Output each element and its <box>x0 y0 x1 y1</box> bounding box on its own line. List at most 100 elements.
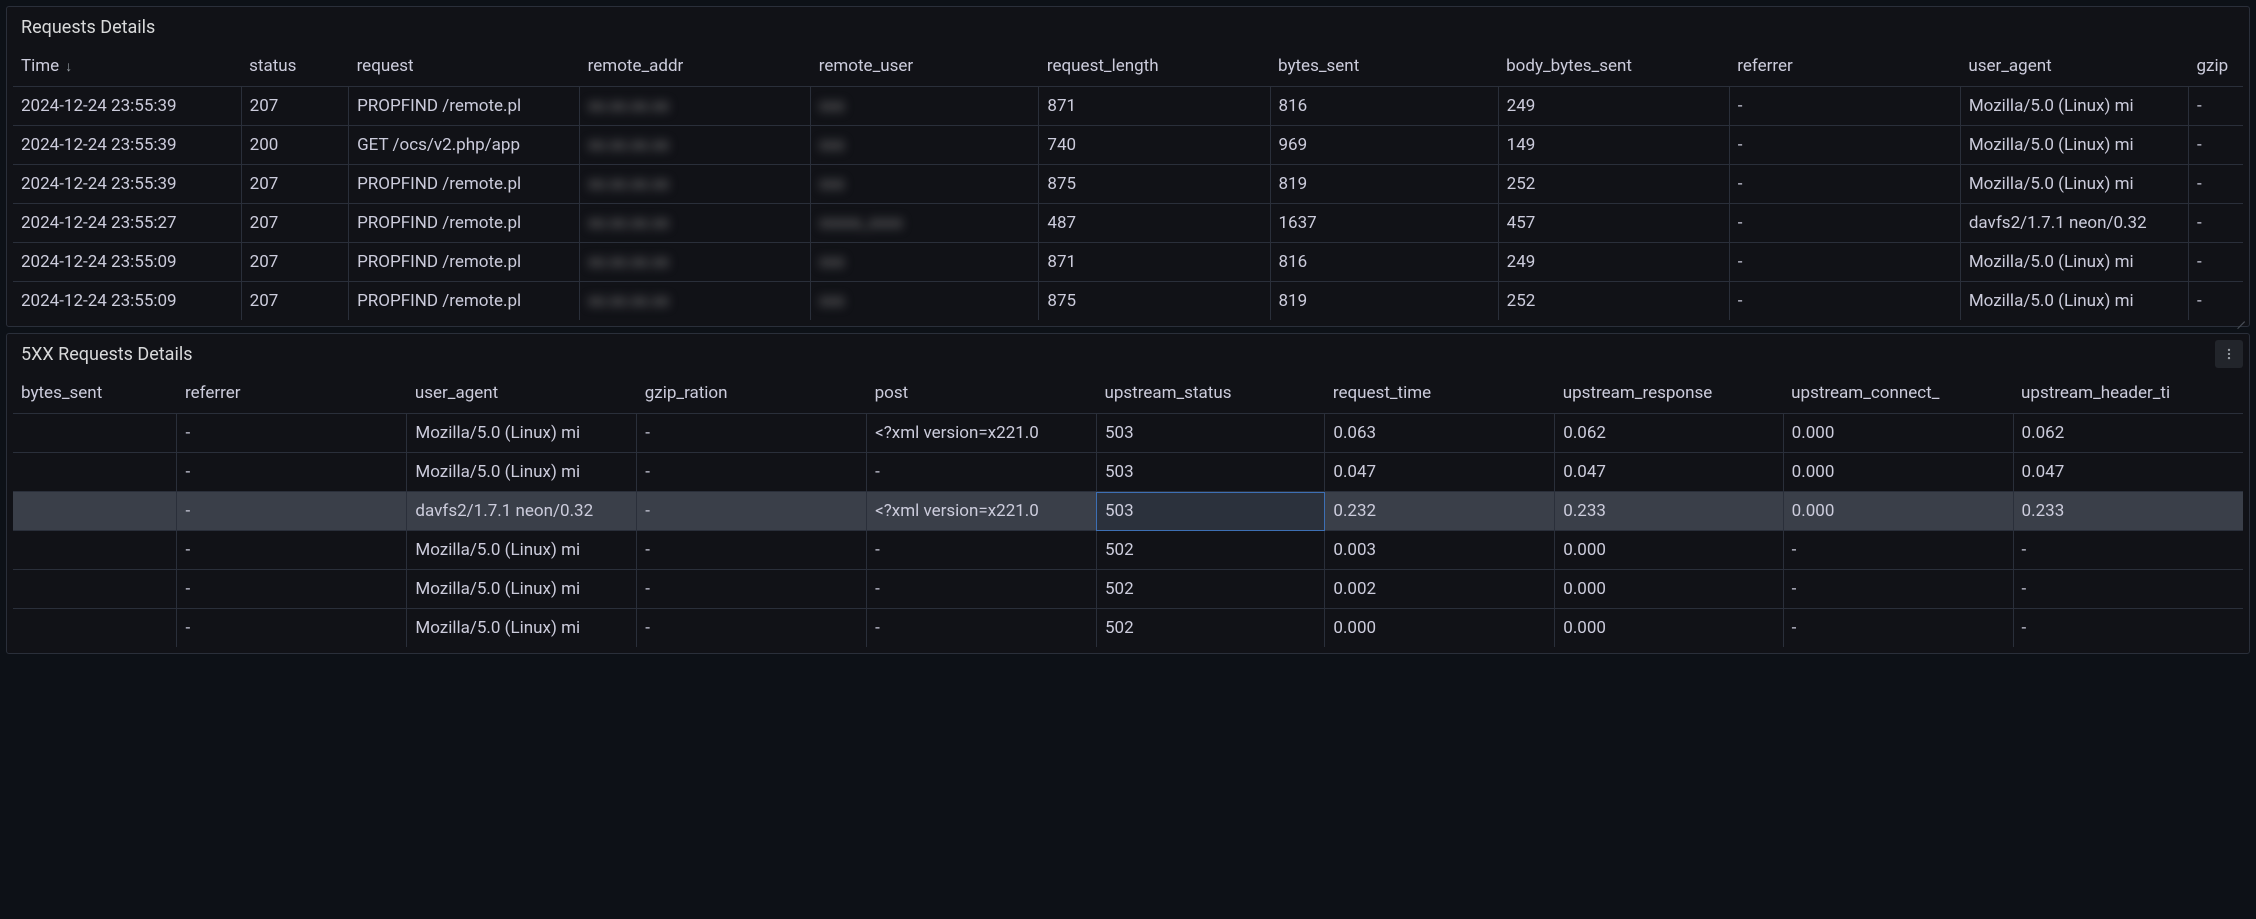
cell-gzip-ration[interactable]: - <box>637 414 867 453</box>
cell-gzip-ration[interactable]: - <box>637 492 867 531</box>
cell-bytes-sent[interactable]: 1637 <box>1270 204 1498 243</box>
cell-referrer[interactable]: - <box>1729 165 1960 204</box>
cell-user-agent[interactable]: davfs2/1.7.1 neon/0.32 <box>407 492 637 531</box>
cell-body-bytes-sent[interactable]: 252 <box>1498 165 1729 204</box>
cell-upstream-response[interactable]: 0.000 <box>1555 570 1783 609</box>
cell-upstream-status[interactable]: 502 <box>1096 570 1324 609</box>
cell-request[interactable]: PROPFIND /remote.pl <box>349 243 580 282</box>
col-time[interactable]: Time↓ <box>13 46 241 87</box>
col-request-time[interactable]: request_time <box>1325 373 1555 414</box>
cell-remote-user[interactable]: xxxxx_xxxx <box>811 204 1039 243</box>
cell-upstream-connect[interactable]: - <box>1783 570 2013 609</box>
cell-status[interactable]: 207 <box>241 87 348 126</box>
col-request-length[interactable]: request_length <box>1039 46 1270 87</box>
cell-upstream-response[interactable]: 0.047 <box>1555 453 1783 492</box>
cell-user-agent[interactable]: Mozilla/5.0 (Linux) mi <box>1960 87 2188 126</box>
cell-user-agent[interactable]: Mozilla/5.0 (Linux) mi <box>407 453 637 492</box>
cell-referrer[interactable]: - <box>177 531 407 570</box>
cell-request[interactable]: PROPFIND /remote.pl <box>349 204 580 243</box>
cell-upstream-connect[interactable]: 0.000 <box>1783 414 2013 453</box>
cell-body-bytes-sent[interactable]: 249 <box>1498 243 1729 282</box>
table-row[interactable]: -davfs2/1.7.1 neon/0.32-<?xml version=x2… <box>13 492 2243 531</box>
cell-upstream-status[interactable]: 502 <box>1096 609 1324 648</box>
cell-upstream-status[interactable]: 503 <box>1096 492 1324 531</box>
panel-title[interactable]: 5XX Requests Details <box>7 334 2249 373</box>
cell-upstream-header[interactable]: 0.233 <box>2013 492 2243 531</box>
cell-upstream-response[interactable]: 0.000 <box>1555 531 1783 570</box>
cell-time[interactable]: 2024-12-24 23:55:09 <box>13 282 241 321</box>
cell-gzip-ration[interactable]: - <box>637 453 867 492</box>
cell-user-agent[interactable]: Mozilla/5.0 (Linux) mi <box>1960 165 2188 204</box>
cell-user-agent[interactable]: Mozilla/5.0 (Linux) mi <box>1960 126 2188 165</box>
cell-request[interactable]: PROPFIND /remote.pl <box>349 282 580 321</box>
cell-remote-addr[interactable]: xx.xx.xx.xx <box>580 126 811 165</box>
cell-upstream-connect[interactable]: 0.000 <box>1783 492 2013 531</box>
cell-upstream-connect[interactable]: - <box>1783 531 2013 570</box>
cell-post[interactable]: - <box>867 609 1097 648</box>
cell-request-length[interactable]: 875 <box>1039 165 1270 204</box>
col-gzip-ration[interactable]: gzip_ration <box>637 373 867 414</box>
cell-referrer[interactable]: - <box>1729 87 1960 126</box>
cell-bytes-sent[interactable] <box>13 453 177 492</box>
cell-request-length[interactable]: 875 <box>1039 282 1270 321</box>
cell-request[interactable]: PROPFIND /remote.pl <box>349 165 580 204</box>
table-row[interactable]: -Mozilla/5.0 (Linux) mi--5020.0000.000-- <box>13 609 2243 648</box>
cell-upstream-status[interactable]: 502 <box>1096 531 1324 570</box>
cell-status[interactable]: 207 <box>241 204 348 243</box>
cell-gzip[interactable]: - <box>2188 87 2243 126</box>
col-request[interactable]: request <box>349 46 580 87</box>
cell-user-agent[interactable]: Mozilla/5.0 (Linux) mi <box>1960 282 2188 321</box>
cell-upstream-header[interactable]: 0.047 <box>2013 453 2243 492</box>
table-row[interactable]: -Mozilla/5.0 (Linux) mi--5020.0020.000-- <box>13 570 2243 609</box>
cell-time[interactable]: 2024-12-24 23:55:39 <box>13 87 241 126</box>
cell-request-time[interactable]: 0.002 <box>1325 570 1555 609</box>
cell-referrer[interactable]: - <box>177 492 407 531</box>
panel-menu-button[interactable] <box>2215 340 2243 368</box>
col-upstream-status[interactable]: upstream_status <box>1096 373 1324 414</box>
cell-post[interactable]: - <box>867 570 1097 609</box>
table-row[interactable]: -Mozilla/5.0 (Linux) mi--5030.0470.0470.… <box>13 453 2243 492</box>
cell-remote-user[interactable]: xxx <box>811 126 1039 165</box>
cell-referrer[interactable]: - <box>177 570 407 609</box>
cell-user-agent[interactable]: Mozilla/5.0 (Linux) mi <box>407 531 637 570</box>
cell-bytes-sent[interactable]: 969 <box>1270 126 1498 165</box>
col-remote-addr[interactable]: remote_addr <box>580 46 811 87</box>
cell-bytes-sent[interactable]: 819 <box>1270 165 1498 204</box>
col-bytes-sent[interactable]: bytes_sent <box>1270 46 1498 87</box>
cell-status[interactable]: 207 <box>241 282 348 321</box>
cell-referrer[interactable]: - <box>177 414 407 453</box>
cell-remote-user[interactable]: xxx <box>811 282 1039 321</box>
resize-handle[interactable] <box>2231 308 2247 324</box>
cell-gzip[interactable]: - <box>2188 165 2243 204</box>
cell-request[interactable]: PROPFIND /remote.pl <box>349 87 580 126</box>
cell-user-agent[interactable]: Mozilla/5.0 (Linux) mi <box>1960 243 2188 282</box>
cell-upstream-header[interactable]: - <box>2013 609 2243 648</box>
cell-status[interactable]: 200 <box>241 126 348 165</box>
col-gzip[interactable]: gzip <box>2188 46 2243 87</box>
table-row[interactable]: -Mozilla/5.0 (Linux) mi--5020.0030.000-- <box>13 531 2243 570</box>
cell-time[interactable]: 2024-12-24 23:55:39 <box>13 165 241 204</box>
cell-upstream-header[interactable]: - <box>2013 531 2243 570</box>
cell-upstream-status[interactable]: 503 <box>1096 453 1324 492</box>
cell-request-time[interactable]: 0.232 <box>1325 492 1555 531</box>
cell-remote-addr[interactable]: xx.xx.xx.xx <box>580 243 811 282</box>
cell-bytes-sent[interactable]: 816 <box>1270 87 1498 126</box>
cell-user-agent[interactable]: davfs2/1.7.1 neon/0.32 <box>1960 204 2188 243</box>
cell-bytes-sent[interactable] <box>13 492 177 531</box>
col-referrer[interactable]: referrer <box>1729 46 1960 87</box>
table-row[interactable]: 2024-12-24 23:55:27207PROPFIND /remote.p… <box>13 204 2243 243</box>
col-user-agent[interactable]: user_agent <box>407 373 637 414</box>
cell-referrer[interactable]: - <box>1729 204 1960 243</box>
cell-remote-addr[interactable]: xx.xx.xx.xx <box>580 282 811 321</box>
cell-request-time[interactable]: 0.047 <box>1325 453 1555 492</box>
cell-post[interactable]: <?xml version=x221.0 <box>867 492 1097 531</box>
cell-bytes-sent[interactable] <box>13 531 177 570</box>
cell-gzip-ration[interactable]: - <box>637 570 867 609</box>
cell-upstream-header[interactable]: - <box>2013 570 2243 609</box>
col-post[interactable]: post <box>867 373 1097 414</box>
cell-bytes-sent[interactable]: 819 <box>1270 282 1498 321</box>
cell-gzip[interactable]: - <box>2188 204 2243 243</box>
cell-body-bytes-sent[interactable]: 249 <box>1498 87 1729 126</box>
cell-body-bytes-sent[interactable]: 252 <box>1498 282 1729 321</box>
cell-bytes-sent[interactable]: 816 <box>1270 243 1498 282</box>
